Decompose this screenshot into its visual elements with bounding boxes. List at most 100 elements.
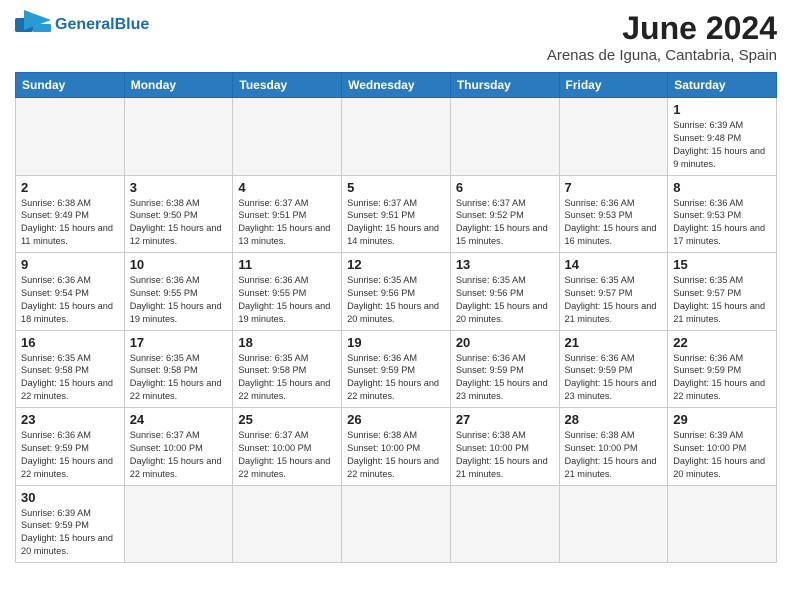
calendar-cell-1-5: 7 Sunrise: 6:36 AM Sunset: 9:53 PM Daylig… xyxy=(559,175,668,253)
calendar-cell-4-2: 25 Sunrise: 6:37 AM Sunset: 10:00 PM Dayl… xyxy=(233,408,342,486)
day-info: Sunrise: 6:39 AM Sunset: 10:00 PM Daylig… xyxy=(673,429,771,481)
calendar-cell-4-3: 26Sunrise: 6:38 AM Sunset: 10:00 PM Dayl… xyxy=(342,408,451,486)
generalblue-logo-icon xyxy=(15,10,51,40)
header-wednesday: Wednesday xyxy=(342,73,451,98)
day-number: 21 xyxy=(565,335,663,350)
header-sunday: Sunday xyxy=(16,73,125,98)
calendar-cell-0-6: 1Sunrise: 6:39 AM Sunset: 9:48 PM Daylig… xyxy=(668,98,777,176)
calendar-cell-0-5 xyxy=(559,98,668,176)
day-info: Sunrise: 6:35 AM Sunset: 9:58 PM Dayligh… xyxy=(238,352,336,404)
day-number: 11 xyxy=(238,257,336,272)
calendar: Sunday Monday Tuesday Wednesday Thursday… xyxy=(15,72,777,563)
calendar-cell-1-0: 2 Sunrise: 6:38 AM Sunset: 9:49 PM Daylig… xyxy=(16,175,125,253)
header-friday: Friday xyxy=(559,73,668,98)
weekday-row: Sunday Monday Tuesday Wednesday Thursday… xyxy=(16,73,777,98)
calendar-cell-0-1 xyxy=(124,98,233,176)
calendar-week-3: 16Sunrise: 6:35 AM Sunset: 9:58 PM Dayli… xyxy=(16,330,777,408)
calendar-cell-2-5: 14 Sunrise: 6:35 AM Sunset: 9:57 PM Dayli… xyxy=(559,253,668,331)
day-info: Sunrise: 6:38 AM Sunset: 10:00 PM Daylig… xyxy=(456,429,554,481)
day-info: Sunrise: 6:38 AM Sunset: 9:50 PM Dayligh… xyxy=(130,197,228,249)
calendar-cell-2-1: 10Sunrise: 6:36 AM Sunset: 9:55 PM Dayli… xyxy=(124,253,233,331)
calendar-cell-2-4: 13 Sunrise: 6:35 AM Sunset: 9:56 PM Dayli… xyxy=(450,253,559,331)
header-tuesday: Tuesday xyxy=(233,73,342,98)
header-saturday: Saturday xyxy=(668,73,777,98)
page: GeneralBlue June 2024 Arenas de Iguna, C… xyxy=(0,0,792,578)
day-number: 18 xyxy=(238,335,336,350)
main-title: June 2024 xyxy=(547,10,777,47)
day-number: 8 xyxy=(673,180,771,195)
calendar-cell-3-0: 16Sunrise: 6:35 AM Sunset: 9:58 PM Dayli… xyxy=(16,330,125,408)
day-number: 15 xyxy=(673,257,771,272)
calendar-cell-1-2: 4Sunrise: 6:37 AM Sunset: 9:51 PM Daylig… xyxy=(233,175,342,253)
calendar-cell-0-2 xyxy=(233,98,342,176)
calendar-week-0: 1Sunrise: 6:39 AM Sunset: 9:48 PM Daylig… xyxy=(16,98,777,176)
day-number: 7 xyxy=(565,180,663,195)
day-info: Sunrise: 6:36 AM Sunset: 9:53 PM Dayligh… xyxy=(565,197,663,249)
day-number: 25 xyxy=(238,412,336,427)
calendar-cell-0-3 xyxy=(342,98,451,176)
calendar-week-5: 30Sunrise: 6:39 AM Sunset: 9:59 PM Dayli… xyxy=(16,485,777,563)
day-info: Sunrise: 6:36 AM Sunset: 9:59 PM Dayligh… xyxy=(565,352,663,404)
day-number: 19 xyxy=(347,335,445,350)
calendar-cell-1-4: 6 Sunrise: 6:37 AM Sunset: 9:52 PM Daylig… xyxy=(450,175,559,253)
header-monday: Monday xyxy=(124,73,233,98)
day-number: 14 xyxy=(565,257,663,272)
calendar-cell-4-5: 28Sunrise: 6:38 AM Sunset: 10:00 PM Dayl… xyxy=(559,408,668,486)
calendar-cell-1-6: 8 Sunrise: 6:36 AM Sunset: 9:53 PM Daylig… xyxy=(668,175,777,253)
day-number: 27 xyxy=(456,412,554,427)
subtitle: Arenas de Iguna, Cantabria, Spain xyxy=(547,47,777,64)
calendar-cell-3-4: 20 Sunrise: 6:36 AM Sunset: 9:59 PM Dayli… xyxy=(450,330,559,408)
day-number: 22 xyxy=(673,335,771,350)
day-info: Sunrise: 6:37 AM Sunset: 9:52 PM Dayligh… xyxy=(456,197,554,249)
calendar-cell-5-5 xyxy=(559,485,668,563)
day-info: Sunrise: 6:39 AM Sunset: 9:59 PM Dayligh… xyxy=(21,507,119,559)
day-info: Sunrise: 6:36 AM Sunset: 9:55 PM Dayligh… xyxy=(238,274,336,326)
calendar-cell-4-6: 29Sunrise: 6:39 AM Sunset: 10:00 PM Dayl… xyxy=(668,408,777,486)
day-info: Sunrise: 6:36 AM Sunset: 9:59 PM Dayligh… xyxy=(456,352,554,404)
day-info: Sunrise: 6:35 AM Sunset: 9:57 PM Dayligh… xyxy=(673,274,771,326)
day-info: Sunrise: 6:37 AM Sunset: 10:00 PM Daylig… xyxy=(238,429,336,481)
day-info: Sunrise: 6:36 AM Sunset: 9:53 PM Dayligh… xyxy=(673,197,771,249)
day-info: Sunrise: 6:36 AM Sunset: 9:54 PM Dayligh… xyxy=(21,274,119,326)
calendar-cell-4-1: 24Sunrise: 6:37 AM Sunset: 10:00 PM Dayl… xyxy=(124,408,233,486)
calendar-cell-3-2: 18 Sunrise: 6:35 AM Sunset: 9:58 PM Dayli… xyxy=(233,330,342,408)
day-number: 20 xyxy=(456,335,554,350)
calendar-cell-3-5: 21 Sunrise: 6:36 AM Sunset: 9:59 PM Dayli… xyxy=(559,330,668,408)
logo-blue: Blue xyxy=(115,16,150,33)
calendar-cell-3-6: 22 Sunrise: 6:36 AM Sunset: 9:59 PM Dayli… xyxy=(668,330,777,408)
day-info: Sunrise: 6:38 AM Sunset: 10:00 PM Daylig… xyxy=(347,429,445,481)
day-number: 4 xyxy=(238,180,336,195)
day-number: 5 xyxy=(347,180,445,195)
calendar-cell-2-2: 11 Sunrise: 6:36 AM Sunset: 9:55 PM Dayli… xyxy=(233,253,342,331)
day-number: 24 xyxy=(130,412,228,427)
day-info: Sunrise: 6:35 AM Sunset: 9:56 PM Dayligh… xyxy=(456,274,554,326)
day-info: Sunrise: 6:36 AM Sunset: 9:59 PM Dayligh… xyxy=(673,352,771,404)
logo-text: GeneralBlue xyxy=(55,16,149,34)
calendar-cell-5-3 xyxy=(342,485,451,563)
day-number: 9 xyxy=(21,257,119,272)
calendar-cell-0-0 xyxy=(16,98,125,176)
calendar-week-4: 23Sunrise: 6:36 AM Sunset: 9:59 PM Dayli… xyxy=(16,408,777,486)
day-number: 10 xyxy=(130,257,228,272)
calendar-header: Sunday Monday Tuesday Wednesday Thursday… xyxy=(16,73,777,98)
day-number: 3 xyxy=(130,180,228,195)
calendar-cell-5-1 xyxy=(124,485,233,563)
calendar-cell-5-2 xyxy=(233,485,342,563)
day-info: Sunrise: 6:38 AM Sunset: 10:00 PM Daylig… xyxy=(565,429,663,481)
title-block: June 2024 Arenas de Iguna, Cantabria, Sp… xyxy=(547,10,777,64)
day-number: 6 xyxy=(456,180,554,195)
logo-general: General xyxy=(55,16,115,33)
calendar-cell-2-0: 9 Sunrise: 6:36 AM Sunset: 9:54 PM Daylig… xyxy=(16,253,125,331)
day-number: 2 xyxy=(21,180,119,195)
day-number: 13 xyxy=(456,257,554,272)
calendar-cell-4-0: 23Sunrise: 6:36 AM Sunset: 9:59 PM Dayli… xyxy=(16,408,125,486)
day-info: Sunrise: 6:35 AM Sunset: 9:57 PM Dayligh… xyxy=(565,274,663,326)
calendar-cell-5-6 xyxy=(668,485,777,563)
calendar-cell-5-4 xyxy=(450,485,559,563)
calendar-cell-3-1: 17Sunrise: 6:35 AM Sunset: 9:58 PM Dayli… xyxy=(124,330,233,408)
calendar-body: 1Sunrise: 6:39 AM Sunset: 9:48 PM Daylig… xyxy=(16,98,777,563)
day-number: 23 xyxy=(21,412,119,427)
day-number: 12 xyxy=(347,257,445,272)
day-info: Sunrise: 6:38 AM Sunset: 9:49 PM Dayligh… xyxy=(21,197,119,249)
header-thursday: Thursday xyxy=(450,73,559,98)
